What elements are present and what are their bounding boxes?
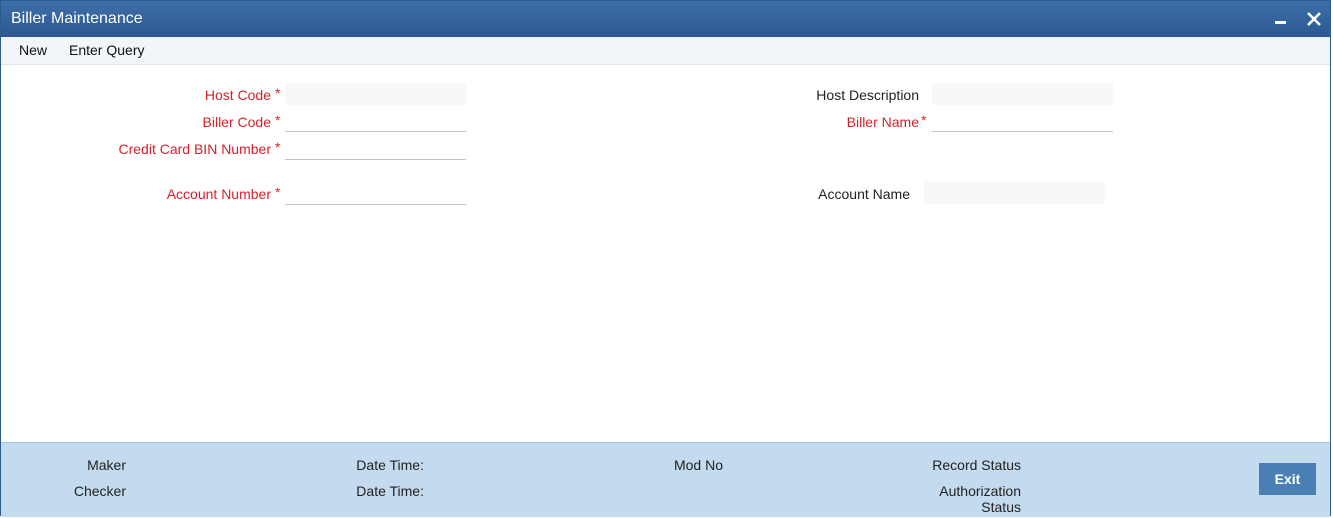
biller-code-required-marker: * [275, 112, 281, 128]
host-description-label: Host Description [816, 87, 919, 103]
audit-footer: Maker Checker Date Time: Date Time: Mod … [1, 442, 1330, 517]
biller-code-input[interactable] [285, 110, 466, 132]
title-bar: Biller Maintenance [1, 1, 1330, 37]
close-icon[interactable] [1301, 5, 1327, 33]
new-button[interactable]: New [19, 42, 47, 58]
checker-label: Checker [73, 483, 126, 499]
biller-maintenance-window: Biller Maintenance New Enter Query Host … [0, 0, 1331, 517]
host-description-input[interactable] [932, 83, 1113, 105]
host-code-required-marker: * [275, 85, 281, 101]
exit-button[interactable]: Exit [1259, 463, 1316, 495]
host-code-input[interactable] [285, 83, 466, 105]
credit-card-bin-required-marker: * [275, 139, 281, 155]
biller-name-label: Biller Name [846, 114, 919, 130]
account-number-required-marker: * [275, 184, 281, 200]
account-number-label: Account Number [166, 186, 271, 202]
maker-date-time-label: Date Time: [356, 457, 424, 473]
window-title: Biller Maintenance [11, 10, 143, 27]
account-name-input[interactable] [924, 182, 1105, 204]
toolbar: New Enter Query [1, 37, 1330, 65]
checker-date-time-label: Date Time: [356, 483, 424, 499]
biller-code-label: Biller Code [202, 114, 271, 130]
biller-name-input[interactable] [932, 110, 1113, 132]
account-number-input[interactable] [285, 183, 466, 205]
account-name-label: Account Name [818, 186, 910, 202]
maker-label: Maker [87, 457, 126, 473]
record-status-label: Record Status [932, 457, 1021, 473]
authorization-status-label-line1: Authorization [939, 483, 1021, 499]
authorization-status-label-line2: Status [981, 499, 1021, 515]
enter-query-button[interactable]: Enter Query [69, 42, 144, 58]
biller-name-required-marker: * [921, 112, 927, 128]
credit-card-bin-input[interactable] [285, 138, 466, 160]
minimize-icon[interactable] [1268, 5, 1294, 33]
mod-no-label: Mod No [673, 457, 723, 473]
host-code-label: Host Code [204, 87, 271, 103]
credit-card-bin-label: Credit Card BIN Number [118, 141, 272, 157]
